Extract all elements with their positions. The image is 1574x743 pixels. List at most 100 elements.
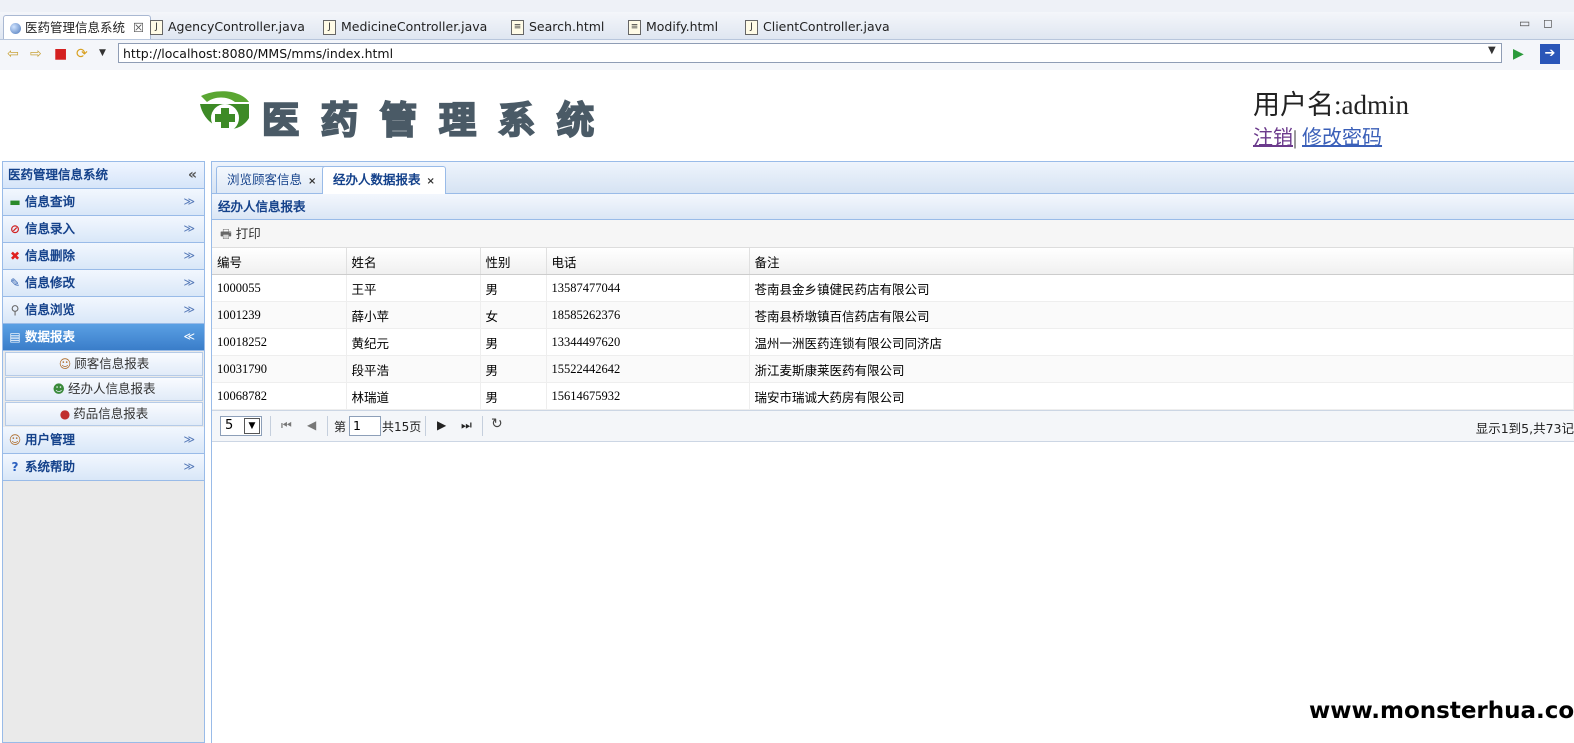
cell-id: 1000055	[212, 274, 347, 302]
sidebar-item-browse[interactable]: ⚲ 信息浏览 ≫	[3, 297, 204, 324]
print-button[interactable]: 🖶 打印	[220, 226, 261, 241]
cell-gender: 男	[480, 328, 547, 356]
back-icon[interactable]: ⇦	[7, 46, 19, 62]
editor-tab-label: MedicineController.java	[341, 19, 488, 34]
cell-id: 10018252	[212, 328, 347, 356]
help-icon: ?	[11, 460, 19, 474]
table-row[interactable]: 1001239 薛小苹 女 18585262376 苍南县桥墩镇百信药店有限公司	[212, 301, 1574, 329]
sidebar-item-entry[interactable]: ⊘ 信息录入 ≫	[3, 216, 204, 243]
tab-agent-report[interactable]: 经办人数据报表 ×	[322, 166, 446, 194]
collapse-icon[interactable]: «	[188, 162, 197, 188]
cell-note: 瑞安市瑞诚大药房有限公司	[749, 382, 1574, 410]
table-row[interactable]: 1000055 王平 男 13587477044 苍南县金乡镇健民药店有限公司	[212, 274, 1574, 302]
report-icon: ▤	[9, 330, 21, 344]
last-page-icon[interactable]: ⏭	[461, 418, 472, 433]
cell-name: 段平浩	[346, 355, 481, 383]
first-page-icon[interactable]: ⏮	[281, 418, 292, 433]
user-links: 注销| 修改密码	[1253, 121, 1382, 150]
link-separator: |	[1293, 127, 1298, 149]
html-file-icon: ≡	[628, 20, 641, 35]
sidebar-item-label: 信息浏览	[25, 302, 76, 317]
editor-tab-bar: 医药管理信息系统 ☒ J AgencyController.java J Medic…	[0, 12, 1574, 40]
sidebar-item-reports[interactable]: ▤ 数据报表 ≪	[3, 324, 204, 351]
cell-phone: 18585262376	[546, 301, 750, 329]
sidebar-item-label: 信息删除	[25, 248, 76, 263]
chevron-down-icon: ≫	[183, 460, 195, 473]
table-row[interactable]: 10068782 林瑞道 男 15614675932 瑞安市瑞诚大药房有限公司	[212, 382, 1574, 410]
query-icon: ▬	[9, 195, 21, 209]
sidebar-subitem-label: 顾客信息报表	[74, 356, 150, 371]
divider	[270, 416, 271, 436]
table-row[interactable]: 10031790 段平浩 男 15522442642 浙江麦斯康莱医药有限公司	[212, 355, 1574, 383]
tab-label: 经办人数据报表	[333, 172, 421, 187]
column-header-name[interactable]: 姓名	[346, 248, 481, 275]
editor-tab-agency[interactable]: J AgencyController.java	[150, 15, 305, 38]
cell-name: 王平	[346, 274, 481, 302]
editor-tab-label: ClientController.java	[763, 19, 890, 34]
watermark: www.monsterhua.com	[1309, 680, 1574, 743]
panel-title: 经办人信息报表	[212, 194, 1574, 220]
stop-icon[interactable]: ■	[54, 46, 67, 62]
sidebar-subitem-customer-report[interactable]: ☺ 顾客信息报表	[5, 352, 203, 376]
chevron-down-icon: ≫	[183, 249, 195, 262]
column-header-phone[interactable]: 电话	[546, 248, 750, 275]
sidebar-item-edit[interactable]: ✎ 信息修改 ≫	[3, 270, 204, 297]
change-password-link[interactable]: 修改密码	[1302, 127, 1382, 149]
divider	[425, 416, 426, 436]
go-icon[interactable]: ▶	[1513, 46, 1524, 62]
html-file-icon: ≡	[511, 20, 524, 35]
data-table: 编号 姓名 性别 电话 备注 1000055 王平 男 13587477044 …	[212, 248, 1574, 410]
cell-name: 黄纪元	[346, 328, 481, 356]
sidebar: 医药管理信息系统 « ▬ 信息查询 ≫ ⊘ 信息录入 ≫ ✖ 信息删除 ≫ ✎ 信息修改 ≫ ⚲…	[2, 161, 205, 743]
cell-note: 浙江麦斯康莱医药有限公司	[749, 355, 1574, 383]
editor-tab-client[interactable]: J ClientController.java	[745, 15, 890, 38]
dropdown-icon[interactable]: ▼	[99, 48, 106, 58]
sidebar-item-label: 信息录入	[25, 221, 76, 236]
editor-tab-browser[interactable]: 医药管理信息系统 ☒	[3, 15, 152, 39]
customer-icon: ☺	[58, 357, 72, 371]
sidebar-item-users[interactable]: ☺ 用户管理 ≫	[3, 427, 204, 454]
chevron-down-icon: ≫	[183, 222, 195, 235]
editor-tab-medicine[interactable]: J MedicineController.java	[323, 15, 487, 38]
sidebar-item-help[interactable]: ? 系统帮助 ≫	[3, 454, 204, 481]
url-input[interactable]: http://localhost:8080/MMS/mms/index.html	[118, 43, 1502, 63]
cell-id: 1001239	[212, 301, 347, 329]
close-icon[interactable]: ☒	[133, 20, 144, 35]
table-row[interactable]: 10018252 黄纪元 男 13344497620 温州一洲医药连锁有限公司同…	[212, 328, 1574, 356]
page-number-input[interactable]: 1	[349, 416, 381, 436]
sidebar-item-query[interactable]: ▬ 信息查询 ≫	[3, 189, 204, 216]
delete-icon: ✖	[9, 249, 21, 263]
column-header-gender[interactable]: 性别	[480, 248, 547, 275]
page-size-select[interactable]: 5 ▼	[220, 416, 262, 436]
logout-link[interactable]: 注销	[1253, 127, 1293, 149]
forward-icon[interactable]: ⇨	[30, 46, 42, 62]
sidebar-item-label: 信息查询	[25, 194, 76, 209]
cell-note: 苍南县金乡镇健民药店有限公司	[749, 274, 1574, 302]
refresh-icon[interactable]: ↻	[491, 416, 503, 432]
page-size-value: 5	[225, 418, 234, 433]
prev-page-icon[interactable]: ◀	[307, 418, 316, 432]
open-external-icon[interactable]: ➔	[1540, 44, 1560, 64]
maximize-icon[interactable]: ◻	[1543, 16, 1553, 30]
minimize-icon[interactable]: ▭	[1519, 16, 1530, 30]
sidebar-item-delete[interactable]: ✖ 信息删除 ≫	[3, 243, 204, 270]
close-icon[interactable]: ×	[427, 176, 435, 187]
medicine-icon: ●	[59, 407, 71, 421]
editor-tab-label: Modify.html	[646, 19, 719, 34]
column-header-note[interactable]: 备注	[749, 248, 1574, 275]
sidebar-subitem-agent-report[interactable]: ☻ 经办人信息报表	[5, 377, 203, 401]
logo-text: 医药管理系统	[261, 97, 616, 143]
refresh-icon[interactable]: ⟳	[76, 46, 88, 62]
editor-tab-search[interactable]: ≡ Search.html	[511, 15, 604, 38]
editor-tab-modify[interactable]: ≡ Modify.html	[628, 15, 718, 38]
sidebar-subitem-medicine-report[interactable]: ● 药品信息报表	[5, 402, 203, 426]
column-header-id[interactable]: 编号	[212, 248, 347, 275]
print-label: 打印	[235, 226, 261, 241]
close-icon[interactable]: ×	[308, 176, 316, 187]
tab-label: 浏览顾客信息	[227, 172, 303, 187]
chevron-down-icon: ▼	[244, 418, 260, 434]
next-page-icon[interactable]: ▶	[437, 418, 446, 432]
globe-icon	[10, 23, 21, 34]
tab-browse-customers[interactable]: 浏览顾客信息 ×	[216, 166, 328, 193]
chevron-down-icon[interactable]: ▼	[1488, 45, 1496, 56]
